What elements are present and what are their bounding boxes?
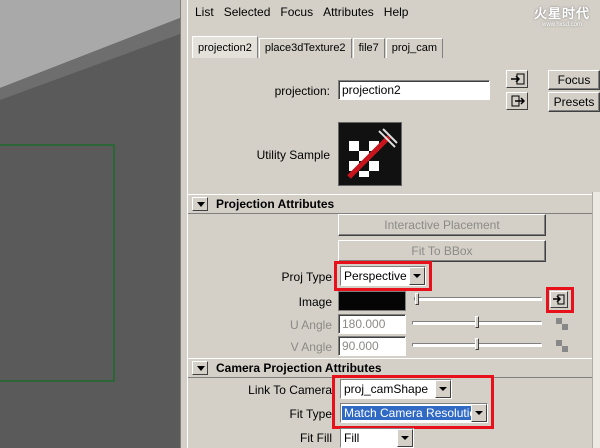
u-angle-slider-thumb[interactable] — [475, 316, 479, 328]
viewport-scene — [0, 0, 180, 448]
collapse-arrow-icon[interactable] — [192, 361, 208, 375]
tab-place3dtexture2[interactable]: place3dTexture2 — [258, 38, 352, 58]
fit-fill-label: Fit Fill — [300, 431, 332, 445]
menu-attributes[interactable]: Attributes — [318, 5, 379, 19]
camera-projection-title: Camera Projection Attributes — [216, 361, 382, 375]
menu-selected[interactable]: Selected — [219, 5, 276, 19]
chevron-down-icon — [397, 429, 413, 447]
chevron-down-icon — [435, 380, 451, 398]
viewport-panel[interactable] — [0, 0, 180, 448]
menu-focus[interactable]: Focus — [275, 5, 318, 19]
attribute-scrollbar[interactable] — [592, 192, 600, 448]
checker-icon — [556, 340, 568, 352]
arrow-into-box-icon — [511, 73, 525, 85]
fit-type-dropdown[interactable]: Match Camera Resolution — [340, 403, 488, 423]
image-label: Image — [298, 295, 332, 309]
tab-proj-cam[interactable]: proj_cam — [385, 38, 443, 58]
v-angle-map-button[interactable] — [554, 338, 570, 354]
fit-fill-dropdown[interactable]: Fill — [340, 428, 414, 448]
watermark-logo: 火星时代 www.hxsd.com — [534, 3, 590, 28]
projection-attributes-header[interactable]: Projection Attributes — [188, 194, 592, 214]
watermark-sub: www.hxsd.com — [541, 22, 582, 28]
collapse-arrow-icon[interactable] — [192, 197, 208, 211]
menu-help[interactable]: Help — [379, 5, 414, 19]
menu-list[interactable]: List — [190, 5, 219, 19]
image-slider-thumb[interactable] — [415, 293, 419, 305]
image-color-swatch[interactable] — [338, 291, 406, 311]
arrow-out-box-icon — [511, 95, 525, 107]
watermark-main: 火星时代 — [533, 6, 590, 21]
output-connection-button[interactable] — [506, 92, 528, 110]
node-name-label: projection: — [274, 84, 330, 98]
image-color-fill — [339, 292, 405, 310]
fit-type-value: Match Camera Resolution — [342, 406, 485, 420]
fit-to-bbox-button[interactable]: Fit To BBox — [338, 240, 546, 262]
image-map-button[interactable] — [550, 291, 568, 308]
proj-type-dropdown[interactable]: Perspective — [340, 266, 426, 286]
proj-type-value: Perspective — [344, 269, 407, 283]
tab-projection2[interactable]: projection2 — [192, 36, 258, 58]
node-name-field[interactable]: projection2 — [338, 80, 490, 100]
link-to-camera-value: proj_camShape — [344, 382, 429, 396]
projection-attributes-title: Projection Attributes — [216, 197, 335, 211]
camera-projection-header[interactable]: Camera Projection Attributes — [188, 358, 592, 378]
chevron-down-icon — [471, 404, 487, 422]
tab-file7[interactable]: file7 — [352, 38, 385, 58]
utility-sample-swatch — [338, 122, 402, 186]
link-to-camera-dropdown[interactable]: proj_camShape — [340, 379, 452, 399]
link-to-camera-label: Link To Camera — [248, 383, 332, 397]
v-angle-field[interactable]: 90.000 — [338, 336, 406, 356]
v-angle-label: V Angle — [290, 340, 332, 354]
v-angle-slider-thumb[interactable] — [475, 338, 479, 350]
chevron-down-icon — [409, 267, 425, 285]
map-texture-icon — [553, 294, 565, 305]
fit-fill-value: Fill — [344, 431, 360, 445]
attribute-editor: List Selected Focus Attributes Help 火星时代… — [188, 0, 600, 448]
input-connection-button[interactable] — [506, 70, 528, 88]
focus-button[interactable]: Focus — [548, 70, 600, 90]
node-tabs: projection2 place3dTexture2 file7 proj_c… — [192, 36, 444, 58]
interactive-placement-button[interactable]: Interactive Placement — [338, 214, 546, 236]
fit-type-label: Fit Type — [289, 407, 332, 421]
panel-splitter[interactable] — [180, 0, 188, 448]
u-angle-label: U Angle — [289, 318, 332, 332]
projection-node-icon — [347, 128, 398, 179]
u-angle-field[interactable]: 180.000 — [338, 314, 406, 334]
proj-type-label: Proj Type — [281, 270, 332, 284]
image-slider-track[interactable] — [414, 297, 542, 301]
u-angle-map-button[interactable] — [554, 316, 570, 332]
presets-button[interactable]: Presets — [548, 92, 600, 112]
utility-sample-label: Utility Sample — [256, 148, 330, 162]
checker-icon — [556, 318, 568, 330]
